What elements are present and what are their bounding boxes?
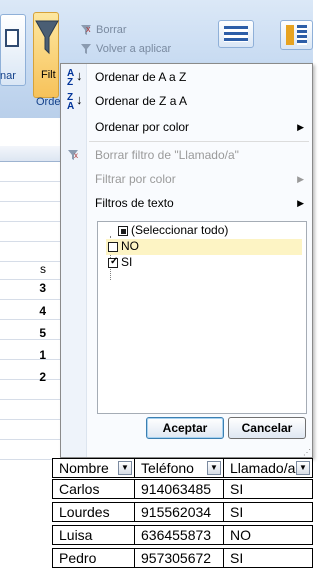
ribbon-group-label: Orde (36, 96, 61, 108)
resize-grip-icon[interactable]: ⋰ (303, 448, 311, 457)
clear-filter-icon: x (68, 150, 78, 160)
submenu-arrow-icon: ▶ (297, 198, 304, 208)
select-all-checkbox[interactable] (118, 226, 128, 236)
left-ribbon-label: nar (0, 70, 16, 82)
grid-row (0, 320, 60, 340)
grid-row (0, 202, 60, 222)
header-label: Llamado/a (230, 460, 296, 476)
header-label: Teléfono (141, 460, 194, 476)
submenu-arrow-icon: ▶ (297, 122, 304, 132)
table-cell[interactable]: 636455873 (134, 525, 224, 545)
cell-value: 5 (39, 326, 46, 340)
grid-row (0, 300, 60, 320)
autofilter-menu: AZ ↓ Ordenar de A a Z ZA ↓ Ordenar de Z … (60, 63, 313, 458)
cell-value: 3 (39, 281, 46, 295)
option-si-label: SI (121, 255, 133, 269)
menu-separator (89, 141, 309, 142)
filter-dropdown-telefono[interactable]: ▼ (207, 461, 221, 475)
filter-dropdown-nombre[interactable]: ▼ (118, 461, 132, 475)
ok-button[interactable]: Aceptar (146, 417, 224, 439)
filter-by-color-item[interactable]: Filtrar por color ▶ (61, 168, 312, 190)
funnel-icon (35, 20, 59, 55)
grid-row (0, 360, 60, 380)
grid-row (0, 242, 60, 262)
option-no-label: NO (121, 239, 139, 253)
table-cell[interactable]: SI (223, 502, 313, 522)
sort-asc-item[interactable]: AZ ↓ Ordenar de A a Z (61, 66, 312, 88)
submenu-arrow-icon: ▶ (297, 174, 304, 184)
svg-text:x: x (74, 151, 78, 160)
select-all-option[interactable]: (Seleccionar todo) (116, 223, 302, 239)
svg-text:x: x (86, 24, 91, 34)
filter-by-color-label: Filtrar por color (95, 172, 176, 186)
grid-row (0, 400, 60, 420)
volver-aplicar-label[interactable]: Volver a aplicar (96, 43, 171, 55)
grid-row (0, 420, 60, 440)
clear-filter-label: Borrar filtro de "Llamado/a" (95, 148, 239, 162)
grid-row (0, 162, 60, 182)
remove-duplicates-icon-part (297, 25, 307, 45)
cell-value: 4 (39, 304, 46, 318)
clipboard-icon (5, 29, 19, 47)
sort-by-color-label: Ordenar por color (95, 120, 190, 134)
grid-row (0, 440, 60, 460)
text-to-columns-button[interactable] (218, 20, 254, 48)
clear-filter-icon: x (81, 24, 91, 35)
option-no-checkbox[interactable] (108, 242, 118, 252)
grid-row (0, 380, 60, 400)
clear-filter-item[interactable]: x Borrar filtro de "Llamado/a" (61, 144, 312, 166)
filter-button-label: Filt (41, 69, 56, 81)
grid-row (0, 260, 60, 280)
sort-down-arrow-icon: ↓ (76, 92, 83, 107)
filter-dropdown-llamado[interactable]: ▼ (296, 461, 310, 475)
borrar-label[interactable]: Borrar (96, 24, 127, 36)
text-filters-label: Filtros de texto (95, 196, 174, 210)
reapply-icon (81, 44, 91, 54)
table-cell[interactable]: Pedro (52, 548, 135, 568)
sort-desc-item[interactable]: ZA ↓ Ordenar de Z a A (61, 90, 312, 112)
sort-down-arrow-icon: ↓ (76, 68, 83, 83)
table-cell[interactable]: 915562034 (134, 502, 224, 522)
grid-row (0, 222, 60, 242)
sort-za-icon: ZA (67, 92, 75, 112)
table-cell[interactable]: Carlos (52, 479, 135, 499)
column-header (0, 146, 60, 162)
checkmark-icon: ✓ (110, 256, 119, 267)
table-cell[interactable]: Luisa (52, 525, 135, 545)
option-si-checkbox[interactable]: ✓ (108, 256, 119, 268)
cancel-button[interactable]: Cancelar (228, 417, 306, 439)
table-cell[interactable]: SI (223, 479, 313, 499)
remove-duplicates-icon (286, 25, 294, 45)
sort-asc-label: Ordenar de A a Z (95, 70, 187, 84)
grid-row (0, 182, 60, 202)
sheet-area[interactable]: s 3 4 5 1 2 (0, 118, 60, 569)
table-cell[interactable]: Lourdes (52, 502, 135, 522)
sort-by-color-item[interactable]: Ordenar por color ▶ (61, 116, 312, 138)
sort-desc-label: Ordenar de Z a A (95, 94, 188, 108)
sort-az-icon: AZ (67, 68, 75, 88)
filter-values-listbox[interactable]: (Seleccionar todo) NO ✓ SI (97, 221, 307, 414)
remove-duplicates-button[interactable] (280, 20, 313, 50)
filter-button[interactable] (33, 12, 59, 98)
table-cell[interactable]: 957305672 (134, 548, 224, 568)
table-cell[interactable]: SI (223, 548, 313, 568)
column-letter: s (40, 262, 46, 276)
header-label: Nombre (59, 460, 109, 476)
option-no[interactable]: NO (106, 239, 302, 255)
grid-row (0, 340, 60, 360)
grid-row (0, 280, 60, 300)
table-cell[interactable]: 914063485 (134, 479, 224, 499)
cell-value: 1 (39, 348, 46, 362)
text-filters-item[interactable]: Filtros de texto ▶ (61, 192, 312, 214)
select-all-label: (Seleccionar todo) (131, 223, 229, 237)
cell-value: 2 (39, 370, 46, 384)
option-si[interactable]: ✓ SI (106, 255, 302, 271)
table-cell[interactable]: NO (223, 525, 313, 545)
text-to-columns-icon (224, 26, 248, 42)
